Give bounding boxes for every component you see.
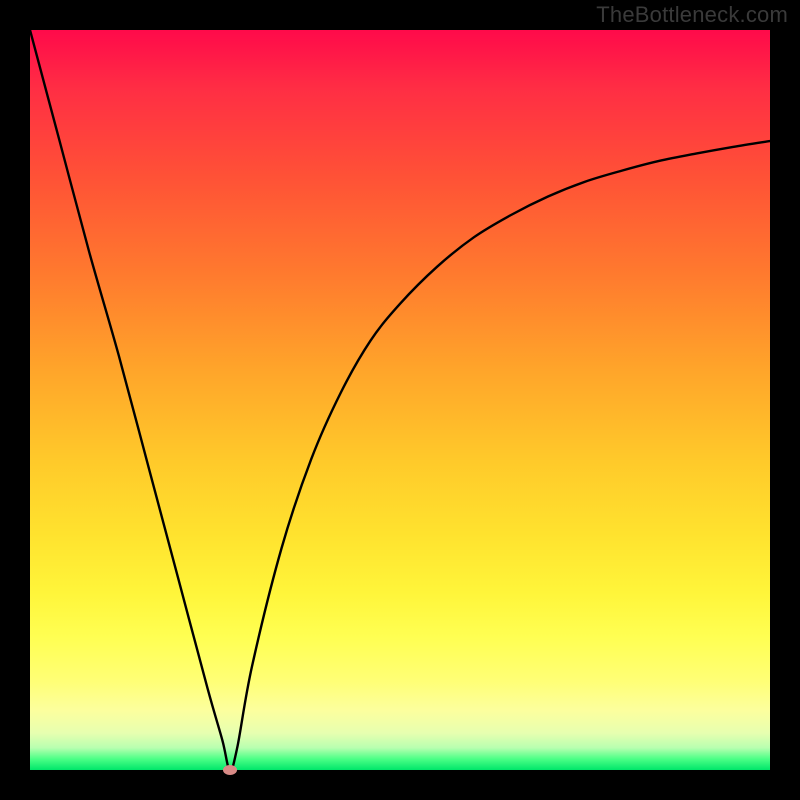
bottleneck-curve [30, 30, 770, 770]
curve-svg [30, 30, 770, 770]
chart-frame: TheBottleneck.com [0, 0, 800, 800]
plot-area [30, 30, 770, 770]
optimal-marker [223, 765, 237, 775]
watermark-text: TheBottleneck.com [596, 2, 788, 28]
